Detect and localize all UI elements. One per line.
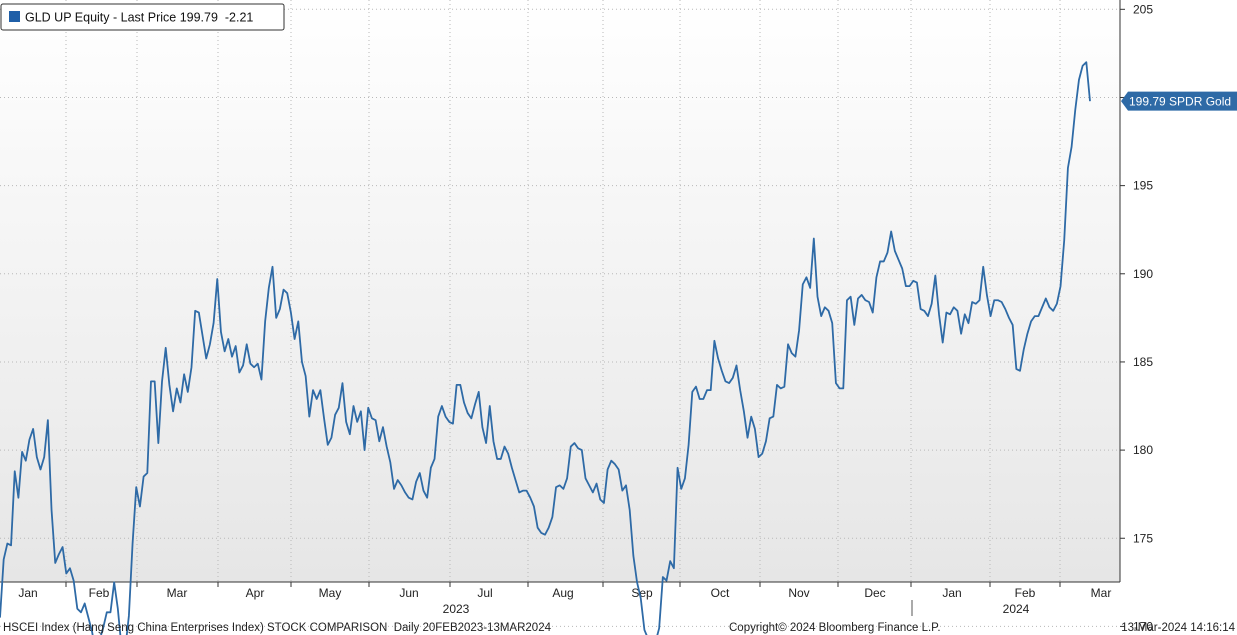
x-tick-label: Feb [1015,586,1036,600]
x-tick-label: May [319,586,342,600]
x-tick-label: Nov [788,586,809,600]
footer-timestamp-text: 13-Mar-2024 14:16:14 [1121,622,1235,634]
legend-label: GLD UP Equity - Last Price 199.79 -2.21 [25,11,253,25]
x-tick-label: Sep [631,586,653,600]
legend-box: GLD UP Equity - Last Price 199.79 -2.21 [0,3,285,31]
y-tick-label: 185 [1133,355,1153,369]
y-tick-label: 205 [1133,2,1153,16]
year-label-2024: 2024 [1003,602,1030,616]
x-tick-label: Oct [711,586,730,600]
y-tick-label: 175 [1133,531,1153,545]
y-tick-label: 180 [1133,443,1153,457]
x-tick-label: Mar [167,586,188,600]
right-axis-background [1120,0,1237,582]
plot-background [0,0,1120,582]
y-tick-label: 195 [1133,179,1153,193]
footer: HSCEI Index (Hang Seng China Enterprises… [3,622,1236,634]
x-tick-label: Mar [1091,586,1112,600]
last-price-tag: 199.79 SPDR Gold [1121,91,1237,111]
footer-copyright-text: Copyright© 2024 Bloomberg Finance L.P. [729,622,941,634]
x-tick-label: Jan [18,586,37,600]
chart-canvas: 170175180185190195205 Jan Feb Mar Apr May Jun… [0,0,1237,635]
x-tick-label: Dec [864,586,885,600]
x-tick-label: Jul [477,586,492,600]
last-price-tag-label: 199.79 SPDR Gold [1129,95,1231,109]
x-tick-label: Feb [89,586,110,600]
year-label-2023: 2023 [443,602,470,616]
x-tick-label: Jan [942,586,961,600]
legend-swatch [9,11,20,22]
y-tick-label: 190 [1133,267,1153,281]
footer-left-text: HSCEI Index (Hang Seng China Enterprises… [3,622,552,634]
x-tick-label: Aug [552,586,573,600]
x-tick-label: Apr [246,586,265,600]
x-axis-ticks: Jan Feb Mar Apr May Jun Jul Aug Sep Oct Nov Dec Jan F… [18,582,1111,600]
x-tick-label: Jun [399,586,418,600]
